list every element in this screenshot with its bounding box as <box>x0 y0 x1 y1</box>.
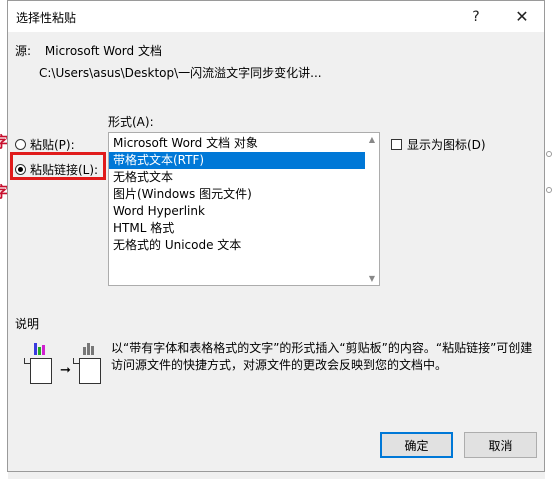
title-bar: 选择性粘贴 ? ✕ <box>8 1 544 32</box>
format-item[interactable]: Microsoft Word 文档 对象 <box>109 135 365 152</box>
ok-button[interactable]: 确定 <box>380 432 453 458</box>
source-label: 源: <box>15 44 32 58</box>
dialog-title: 选择性粘贴 <box>16 11 77 25</box>
format-item[interactable]: 无格式的 Unicode 文本 <box>109 237 365 254</box>
paste-special-dialog: 选择性粘贴 ? ✕ 源: Microsoft Word 文档 C:\Users\… <box>7 0 545 472</box>
paste-link-radio-label: 粘贴链接(L): <box>30 163 99 177</box>
paste-radio[interactable]: 粘贴(P): <box>15 136 75 153</box>
format-item[interactable]: 图片(Windows 图元文件) <box>109 186 365 203</box>
cancel-button[interactable]: 取消 <box>464 432 537 458</box>
background-dot <box>546 187 552 193</box>
format-item[interactable]: HTML 格式 <box>109 220 365 237</box>
format-listbox[interactable]: Microsoft Word 文档 对象 带格式文本(RTF) 无格式文本 图片… <box>108 132 380 286</box>
paste-link-radio[interactable]: 粘贴链接(L): <box>15 161 98 178</box>
background-dot <box>546 151 552 157</box>
source-path: C:\Users\asus\Desktop\一闪流溢文字同步变化讲... <box>39 66 322 80</box>
format-label: 形式(A): <box>108 115 154 129</box>
format-item[interactable]: 无格式文本 <box>109 169 365 186</box>
scroll-down-arrow-icon[interactable]: ▼ <box>367 274 377 283</box>
display-as-icon-row[interactable]: 显示为图标(D) <box>391 136 486 153</box>
paste-link-radio-button[interactable] <box>15 164 26 175</box>
source-name: Microsoft Word 文档 <box>44 44 162 58</box>
help-icon[interactable]: ? <box>458 1 494 32</box>
scroll-up-arrow-icon[interactable]: ▲ <box>367 135 377 144</box>
background-right-strip <box>545 0 553 479</box>
description-text: 以“带有字体和表格格式的文字”的形式插入“剪贴板”的内容。“粘贴链接”可创建访问… <box>111 341 533 372</box>
display-as-icon-label: 显示为图标(D) <box>407 138 486 152</box>
display-as-icon-checkbox[interactable] <box>391 139 402 150</box>
format-item[interactable]: Word Hyperlink <box>109 203 365 220</box>
paste-radio-button[interactable] <box>15 139 26 150</box>
paste-radio-label: 粘贴(P): <box>30 138 75 152</box>
close-icon[interactable]: ✕ <box>504 1 540 32</box>
arrow-right-icon: ➞ <box>60 363 71 378</box>
source-row: 源: Microsoft Word 文档 <box>15 42 162 59</box>
description-label: 说明 <box>15 317 40 331</box>
format-item-selected[interactable]: 带格式文本(RTF) <box>109 152 365 169</box>
